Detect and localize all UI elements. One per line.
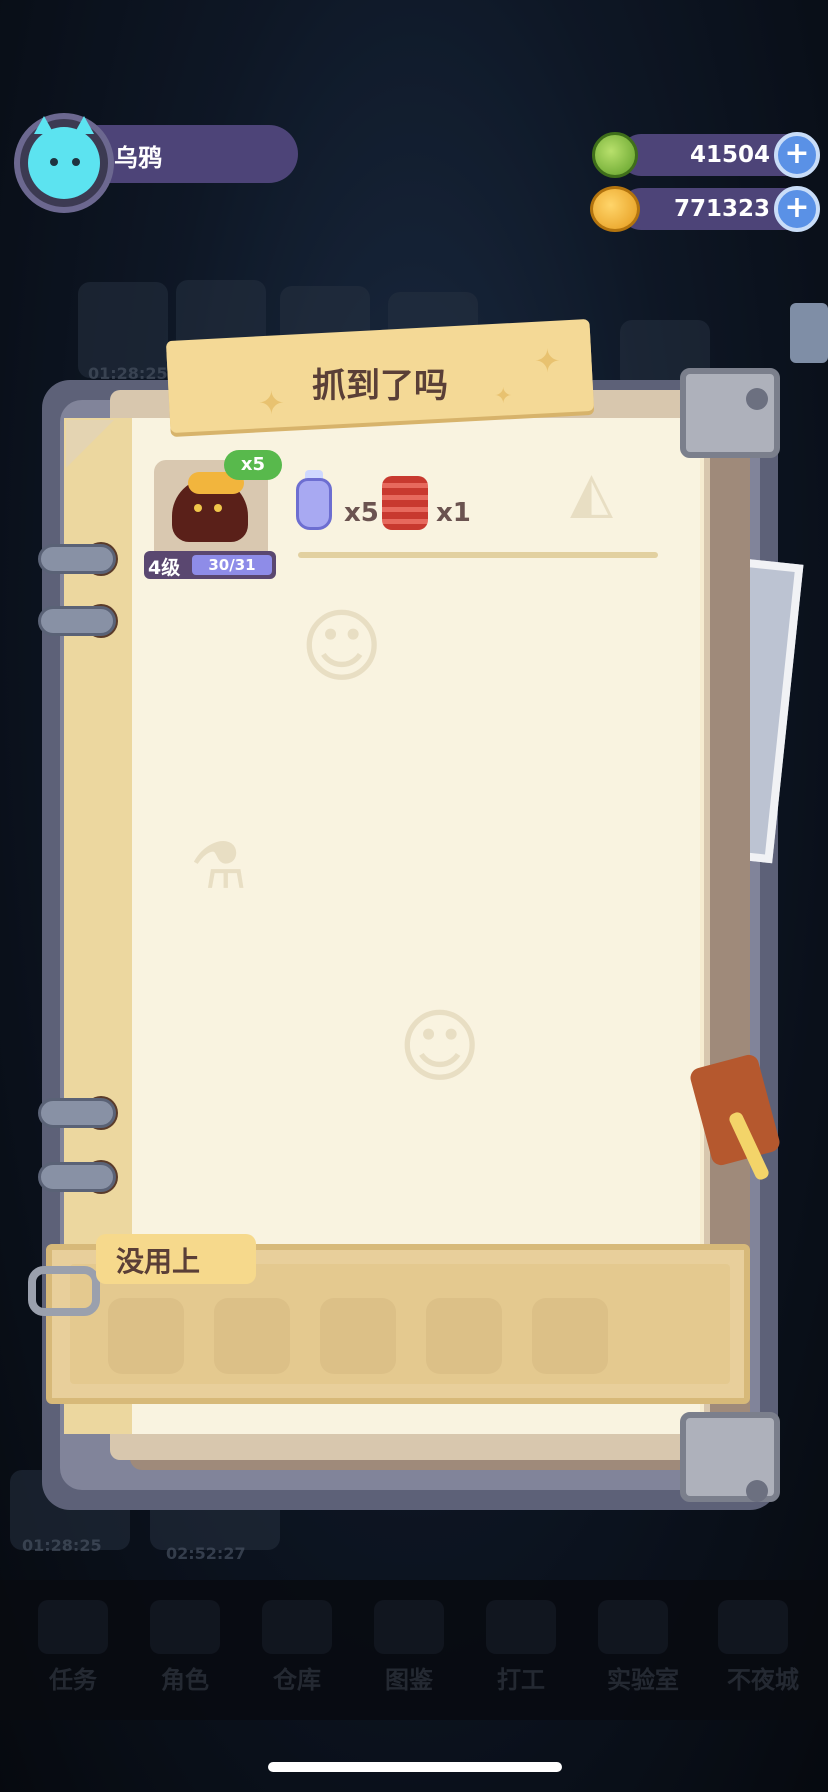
binder-ring: [38, 1162, 116, 1192]
doodle-potato-icon: ☺: [300, 600, 384, 693]
scissors-icon[interactable]: [790, 303, 828, 363]
cat-eye-right: [72, 158, 80, 166]
page-corner-fold: [66, 420, 114, 468]
unused-slot-3[interactable]: [320, 1298, 396, 1374]
cat-avatar-icon[interactable]: [28, 127, 100, 199]
player-name: 乌鸦: [114, 144, 162, 172]
unused-label: 没用上: [116, 1245, 201, 1278]
unused-slot-5[interactable]: [532, 1298, 608, 1374]
monster-level: 4级: [148, 557, 181, 579]
binder-ring: [38, 606, 116, 636]
potion-bottle-icon: [296, 478, 332, 530]
green-coin-amount: 41504: [689, 142, 770, 168]
gold-coin-amount: 771323: [673, 196, 770, 222]
cat-ear-right-icon: [74, 116, 94, 134]
bolt-icon: [746, 388, 768, 410]
doodle-fish-icon: ◭: [570, 460, 614, 525]
red-spring-icon: [382, 476, 428, 530]
doodle-potato-icon: ☺: [398, 1000, 482, 1093]
potion-count: x5: [344, 498, 379, 528]
bolt-icon: [746, 1480, 768, 1502]
catch-count-badge: x5: [224, 450, 282, 480]
paper-clip-icon: [28, 1266, 100, 1316]
metal-corner-top: [680, 368, 780, 458]
unused-slot-4[interactable]: [426, 1298, 502, 1374]
spring-count: x1: [436, 498, 471, 528]
binder-ring: [38, 544, 116, 574]
unused-slot-1[interactable]: [108, 1298, 184, 1374]
binder-ring: [38, 1098, 116, 1128]
cat-eye-left: [50, 158, 58, 166]
page-title: 抓到了吗: [312, 366, 448, 406]
home-indicator[interactable]: [268, 1762, 562, 1772]
doodle-bottle-icon: ⚗: [190, 830, 248, 904]
add-green-coin-button[interactable]: +: [774, 132, 820, 178]
gold-planet-icon: [590, 186, 640, 232]
exp-progress: 30/31: [192, 555, 272, 575]
green-coin-icon: [592, 132, 638, 178]
monster-eye: [194, 504, 202, 512]
row-divider: [298, 552, 658, 558]
cat-ear-left-icon: [34, 116, 54, 134]
unused-slot-2[interactable]: [214, 1298, 290, 1374]
add-gold-coin-button[interactable]: +: [774, 186, 820, 232]
monster-eye: [214, 504, 222, 512]
